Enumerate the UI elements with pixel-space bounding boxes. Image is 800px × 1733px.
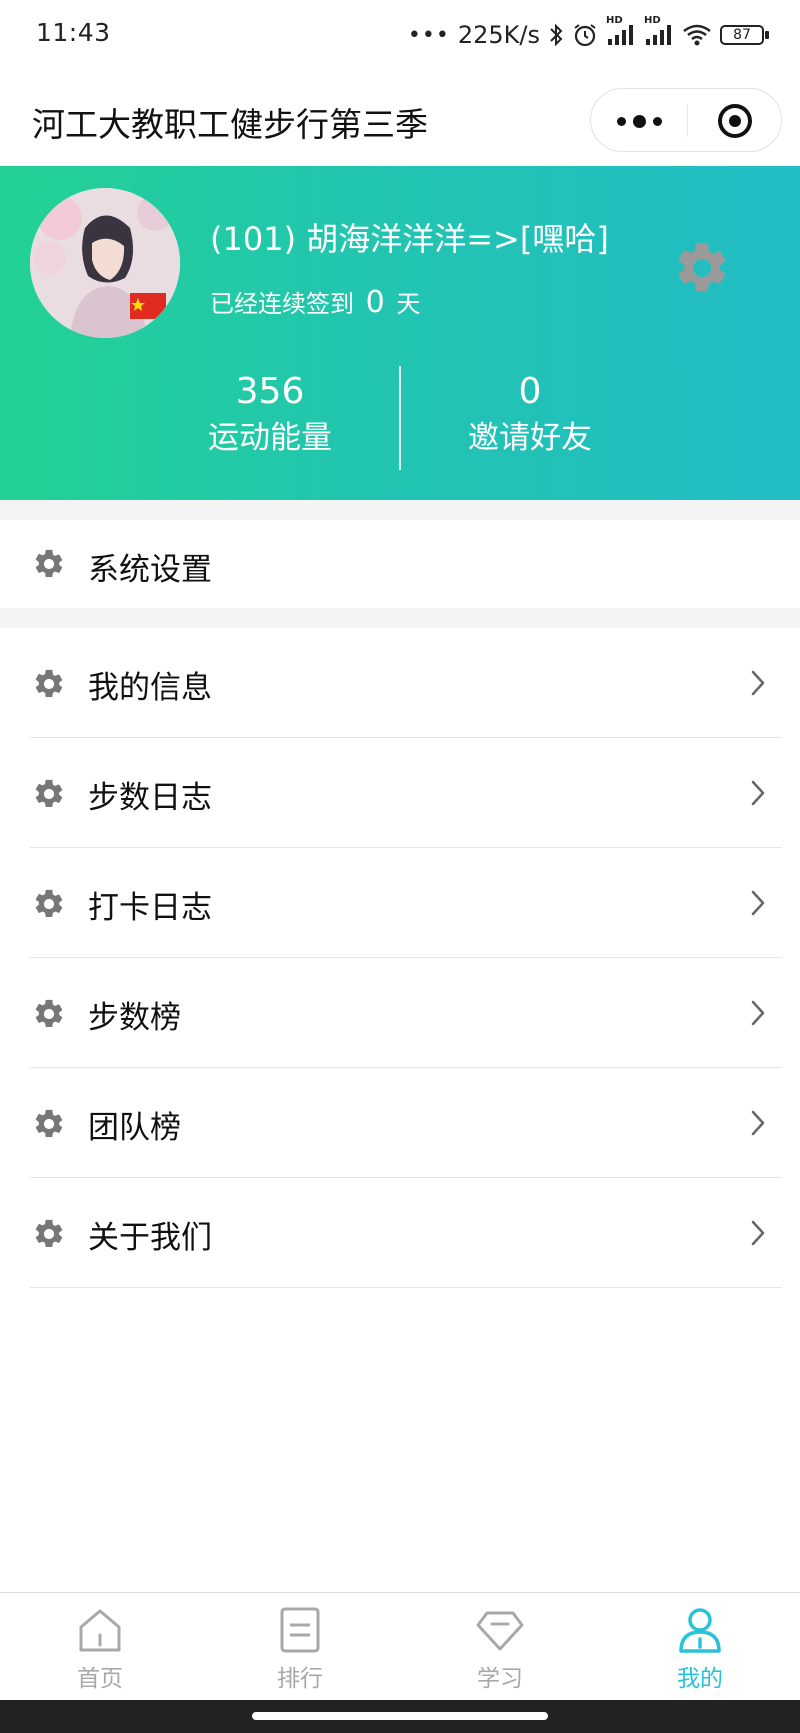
- more-icon-dot: [632, 114, 646, 128]
- more-notifications-icon: •••: [407, 22, 450, 48]
- avatar[interactable]: [30, 188, 180, 338]
- status-time: 11:43: [36, 18, 111, 47]
- profile-settings-gear-icon[interactable]: [672, 238, 732, 298]
- home-icon: [79, 1609, 121, 1652]
- tab-label: 首页: [77, 1666, 123, 1692]
- tab-mine[interactable]: 我的: [600, 1593, 800, 1701]
- wifi-icon: [682, 23, 712, 47]
- miniprogram-capsule: [590, 88, 782, 152]
- tab-ranking[interactable]: 排行: [200, 1593, 400, 1701]
- list-icon: [280, 1607, 320, 1653]
- hd-label: HD: [606, 15, 623, 26]
- gear-icon: [35, 779, 63, 808]
- section-gap: [0, 500, 800, 520]
- invite-value: 0: [518, 371, 542, 412]
- menu-item[interactable]: 关于我们: [0, 1178, 800, 1288]
- page-title: 河工大教职工健步行第三季: [32, 105, 428, 144]
- menu-label: 我的信息: [88, 670, 212, 706]
- hd-label: HD: [644, 15, 661, 26]
- menu-item[interactable]: 步数榜: [0, 958, 800, 1068]
- gear-icon: [35, 1219, 63, 1248]
- chevron-right-icon: [751, 1220, 765, 1246]
- menu-item[interactable]: 打卡日志: [0, 848, 800, 958]
- signal-1-icon: HD: [606, 15, 636, 47]
- menu-item[interactable]: 团队榜: [0, 1068, 800, 1178]
- energy-value: 356: [235, 371, 305, 412]
- bluetooth-icon: [548, 22, 564, 48]
- menu-label: 打卡日志: [88, 890, 212, 926]
- energy-stat[interactable]: 356 运动能量: [140, 371, 400, 463]
- profile-banner: (101) 胡海洋洋洋=>[嘿哈] 已经连续签到 0 天 356 运动能量 0 …: [0, 166, 800, 500]
- menu-label: 团队榜: [88, 1110, 181, 1146]
- chevron-right-icon: [751, 1000, 765, 1026]
- signin-days: 0: [365, 285, 385, 320]
- alarm-icon: [572, 22, 598, 48]
- home-indicator[interactable]: [252, 1712, 548, 1720]
- menu-item[interactable]: 我的信息: [0, 628, 800, 738]
- chevron-right-icon: [751, 890, 765, 916]
- more-icon: [616, 116, 626, 126]
- gear-icon: [35, 549, 63, 578]
- more-button[interactable]: [591, 89, 687, 153]
- menu-label: 步数日志: [88, 780, 212, 816]
- signin-streak: 已经连续签到 0 天: [210, 284, 420, 320]
- gear-icon: [35, 669, 63, 698]
- section-gap: [0, 608, 800, 628]
- menu-item[interactable]: 步数日志: [0, 738, 800, 848]
- chevron-right-icon: [751, 780, 765, 806]
- tab-home[interactable]: 首页: [0, 1593, 200, 1701]
- tab-label: 学习: [477, 1666, 523, 1692]
- tab-bar: 首页 排行 学习 我的: [0, 1592, 800, 1700]
- chevron-right-icon: [751, 670, 765, 696]
- gear-icon: [35, 889, 63, 918]
- person-icon: [679, 1608, 721, 1653]
- gear-icon: [35, 999, 63, 1028]
- tab-label: 排行: [277, 1666, 323, 1692]
- target-icon: [718, 104, 752, 138]
- row-divider: [30, 1287, 782, 1288]
- status-icons: ••• 225K/s HD HD 87: [407, 15, 770, 52]
- battery-icon: 87: [720, 23, 770, 47]
- chevron-right-icon: [751, 1110, 765, 1136]
- menu-label: 关于我们: [88, 1220, 212, 1256]
- status-bar: 11:43 ••• 225K/s HD HD 87: [0, 0, 800, 70]
- user-name: (101) 胡海洋洋洋=>[嘿哈]: [210, 220, 609, 258]
- menu-label: 步数榜: [88, 1000, 181, 1036]
- menu-item-system-settings[interactable]: 系统设置: [0, 520, 800, 608]
- battery-level: 87: [733, 27, 751, 43]
- invite-label: 邀请好友: [468, 420, 592, 456]
- close-miniprogram-button[interactable]: [687, 89, 783, 153]
- network-speed: 225K/s: [457, 21, 540, 49]
- gear-icon: [35, 1109, 63, 1138]
- system-nav-bar: [0, 1700, 800, 1733]
- menu-label: 系统设置: [88, 552, 212, 588]
- diamond-icon: [476, 1611, 524, 1651]
- signin-suffix: 天: [396, 290, 421, 318]
- tab-study[interactable]: 学习: [400, 1593, 600, 1701]
- more-icon-dot: [652, 116, 662, 126]
- signin-prefix: 已经连续签到: [210, 290, 354, 318]
- title-bar: 河工大教职工健步行第三季: [0, 70, 800, 166]
- signal-2-icon: HD: [644, 15, 674, 47]
- invite-stat[interactable]: 0 邀请好友: [400, 371, 660, 463]
- tab-label: 我的: [677, 1666, 723, 1692]
- energy-label: 运动能量: [208, 420, 332, 456]
